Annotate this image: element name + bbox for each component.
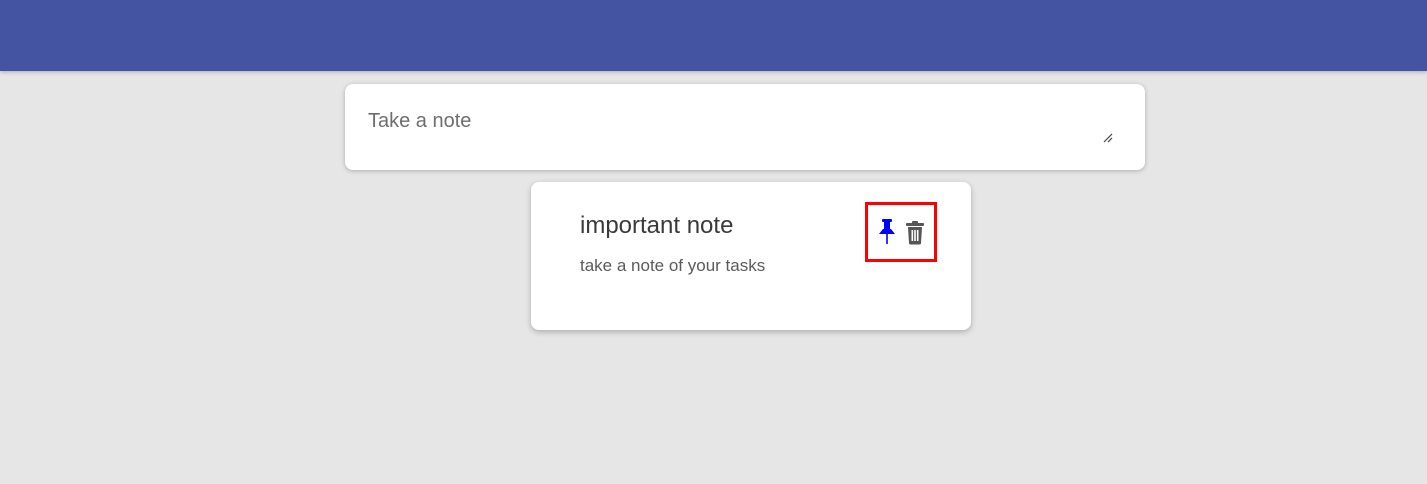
note-card: important note take a note of your tasks <box>531 182 971 330</box>
resize-handle-icon[interactable] <box>1103 130 1113 143</box>
pushpin-icon[interactable] <box>874 217 900 247</box>
note-compose-card <box>345 84 1145 170</box>
note-actions-highlight <box>865 202 937 262</box>
note-content: take a note of your tasks <box>580 256 766 275</box>
take-note-input[interactable] <box>345 84 1145 170</box>
trash-icon[interactable] <box>902 217 928 247</box>
note-title: important note <box>580 212 734 239</box>
app-header <box>0 0 1427 71</box>
